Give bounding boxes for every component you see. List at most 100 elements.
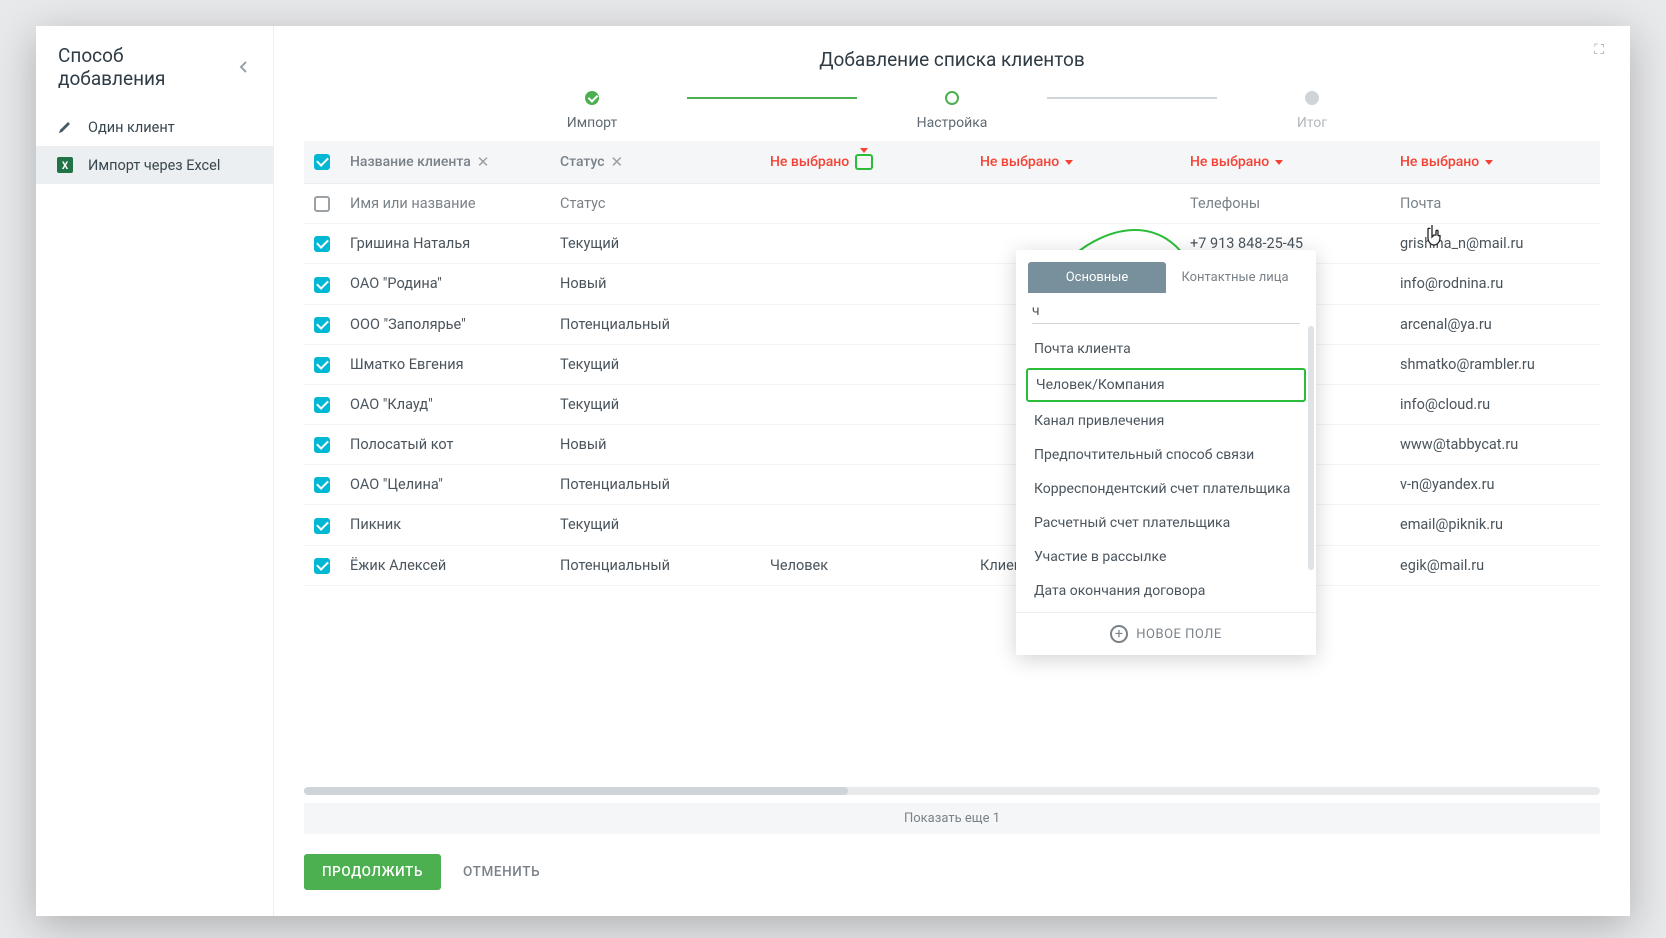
step-bar: [1047, 97, 1217, 99]
cell: [760, 425, 970, 465]
cell: Почта: [1390, 184, 1600, 224]
dropdown-new-field[interactable]: + НОВОЕ ПОЛЕ: [1016, 612, 1316, 655]
table-row: ОАО "Клауд" Текущий +7 495 650-12-85 inf…: [304, 384, 1600, 424]
cell: Телефоны: [1180, 184, 1390, 224]
column-selector-3[interactable]: Не выбрано: [1190, 154, 1283, 170]
cell-status: Текущий: [550, 224, 760, 264]
cell-name: ООО "Заполярье": [340, 304, 550, 344]
table-row: Гришина Наталья Текущий +7 913 848-25-45…: [304, 224, 1600, 264]
caret-down-icon: [855, 154, 873, 170]
cell-name: Шматко Евгения: [340, 344, 550, 384]
dropdown-item[interactable]: Дата окончания договора: [1016, 574, 1316, 608]
step-dot-icon: [585, 91, 599, 105]
row-checkbox[interactable]: [314, 397, 330, 413]
cell-name: ОАО "Родина": [340, 264, 550, 304]
step-result: Итог: [1217, 91, 1407, 131]
cell-status: Потенциальный: [550, 545, 760, 585]
row-checkbox[interactable]: [314, 317, 330, 333]
table-subheader-row: Имя или название Статус Телефоны Почта: [304, 184, 1600, 224]
cell-mail: www@tabbycat.ru: [1390, 425, 1600, 465]
cancel-button[interactable]: ОТМЕНИТЬ: [463, 864, 540, 880]
cell-name: ОАО "Клауд": [340, 384, 550, 424]
horizontal-scrollbar[interactable]: [304, 787, 1600, 795]
excel-icon: X: [56, 156, 74, 174]
cell-name: ОАО "Целина": [340, 465, 550, 505]
cell-name: Ёжик Алексей: [340, 545, 550, 585]
column-header-name[interactable]: Название клиента✕: [350, 153, 489, 171]
continue-button[interactable]: ПРОДОЛЖИТЬ: [304, 854, 441, 890]
dropdown-scrollbar[interactable]: [1308, 326, 1314, 570]
clear-column-icon[interactable]: ✕: [477, 153, 490, 171]
dropdown-item[interactable]: Участие в рассылке: [1016, 540, 1316, 574]
dropdown-search-input[interactable]: [1032, 299, 1300, 324]
dropdown-item[interactable]: Канал привлечения: [1016, 404, 1316, 438]
cell-status: Новый: [550, 264, 760, 304]
column-selector-2[interactable]: Не выбрано: [980, 154, 1073, 170]
modal-add-clients: Способ добавления Один клиент X Импорт ч…: [36, 26, 1630, 916]
cell: Статус: [550, 184, 760, 224]
dropdown-tab-contacts[interactable]: Контактные лица: [1166, 262, 1304, 293]
cell-name: Пикник: [340, 505, 550, 545]
cell-status: Текущий: [550, 505, 760, 545]
step-label: Настройка: [917, 115, 988, 131]
step-setup[interactable]: Настройка: [857, 91, 1047, 131]
column-selector-4[interactable]: Не выбрано: [1400, 154, 1493, 170]
step-bar: [687, 97, 857, 99]
row-checkbox[interactable]: [314, 558, 330, 574]
main-panel: Добавление списка клиентов ⛶ Импорт Наст…: [274, 26, 1630, 916]
dropdown-item-highlighted[interactable]: Человек/Компания: [1026, 368, 1306, 402]
cell-mail: grishina_n@mail.ru: [1390, 224, 1600, 264]
cell: Человек: [760, 545, 970, 585]
cell: [760, 384, 970, 424]
row-checkbox[interactable]: [314, 477, 330, 493]
select-all-checkbox[interactable]: [314, 154, 330, 170]
mapping-table: Название клиента✕ Статус✕ Не выбрано Не …: [304, 141, 1600, 586]
cell: [760, 344, 970, 384]
cell: Имя или название: [340, 184, 550, 224]
cell-status: Текущий: [550, 384, 760, 424]
svg-text:X: X: [62, 161, 69, 172]
show-more-button[interactable]: Показать еще 1: [304, 803, 1600, 834]
dropdown-item[interactable]: Расчетный счет плательщика: [1016, 506, 1316, 540]
sidebar-item-single-client[interactable]: Один клиент: [36, 108, 273, 146]
row-checkbox[interactable]: [314, 518, 330, 534]
row-checkbox[interactable]: [314, 437, 330, 453]
dropdown-item[interactable]: Корреспондентский счет плательщика: [1016, 472, 1316, 506]
cell-name: Полосатый кот: [340, 425, 550, 465]
cell: [760, 465, 970, 505]
table-row: ОАО "Родина" Новый +7 495 556-96-06 info…: [304, 264, 1600, 304]
sidebar: Способ добавления Один клиент X Импорт ч…: [36, 26, 274, 916]
clear-column-icon[interactable]: ✕: [611, 153, 624, 171]
table-row: ООО "Заполярье" Потенциальный +7 495 744…: [304, 304, 1600, 344]
footer: ПРОДОЛЖИТЬ ОТМЕНИТЬ: [274, 834, 1630, 916]
cursor-pointer-icon: [1424, 223, 1446, 254]
dropdown-tab-main[interactable]: Основные: [1028, 262, 1166, 293]
step-dot-icon: [945, 91, 959, 105]
column-selector-1[interactable]: Не выбрано: [770, 154, 873, 170]
cell: [760, 224, 970, 264]
row-checkbox[interactable]: [314, 277, 330, 293]
row-checkbox[interactable]: [314, 236, 330, 252]
step-label: Итог: [1297, 115, 1327, 131]
table-header-row: Название клиента✕ Статус✕ Не выбрано Не …: [304, 141, 1600, 184]
table-row: Полосатый кот Новый +7 822 795-45-71 www…: [304, 425, 1600, 465]
column-header-status[interactable]: Статус✕: [560, 153, 623, 171]
dropdown-item[interactable]: Предпочтительный способ связи: [1016, 438, 1316, 472]
sidebar-item-label: Импорт через Excel: [88, 157, 220, 174]
cell-mail: shmatko@rambler.ru: [1390, 344, 1600, 384]
cell: [760, 264, 970, 304]
collapse-sidebar-icon[interactable]: [235, 58, 253, 76]
dropdown-list: Почта клиента Человек/Компания Канал при…: [1016, 328, 1316, 612]
step-label: Импорт: [567, 115, 617, 131]
row-checkbox[interactable]: [314, 196, 330, 212]
page-title: Добавление списка клиентов: [314, 48, 1590, 71]
cell: [760, 304, 970, 344]
caret-down-icon: [1485, 160, 1493, 165]
cell-mail: arcenal@ya.ru: [1390, 304, 1600, 344]
table-row: Пикник Текущий +7 495 355-40-55 email@pi…: [304, 505, 1600, 545]
dropdown-item[interactable]: Почта клиента: [1016, 332, 1316, 366]
step-import[interactable]: Импорт: [497, 91, 687, 131]
expand-icon[interactable]: ⛶: [1594, 42, 1604, 58]
sidebar-item-import-excel[interactable]: X Импорт через Excel: [36, 146, 273, 184]
row-checkbox[interactable]: [314, 357, 330, 373]
